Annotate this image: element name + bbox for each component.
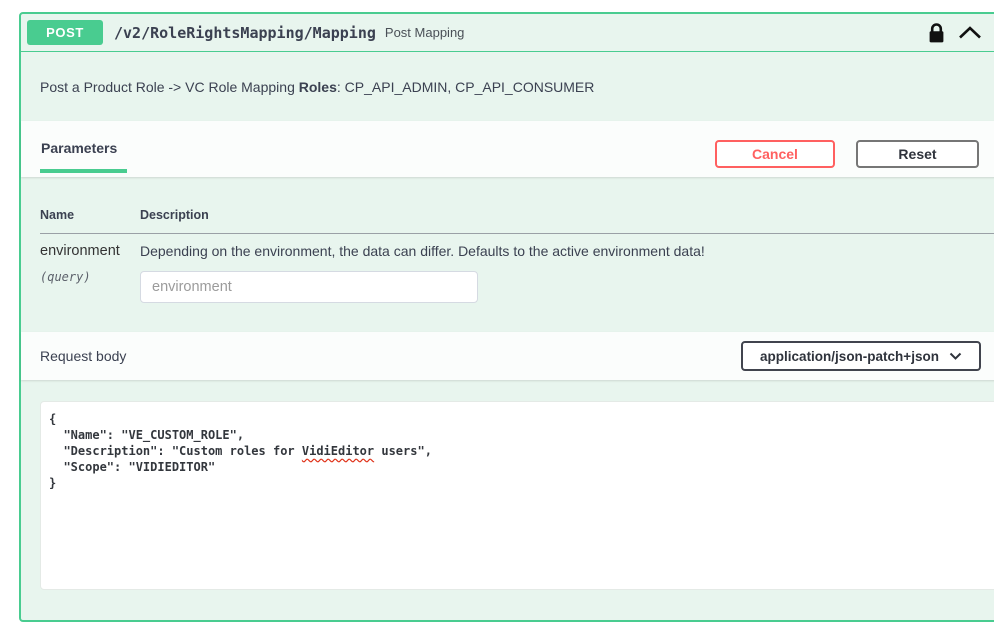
- table-row: environment (query) Depending on the env…: [40, 243, 994, 303]
- reset-button[interactable]: Reset: [856, 140, 979, 168]
- chevron-up-icon[interactable]: [958, 26, 982, 39]
- post-operation-block: POST /v2/RoleRightsMapping/Mapping Post …: [19, 12, 994, 622]
- operation-summary-text: Post Mapping: [385, 25, 465, 40]
- description-roles-label: Roles: [299, 79, 337, 95]
- code-line: }: [49, 475, 994, 491]
- code-line: {: [49, 411, 994, 427]
- table-header-divider: [40, 233, 994, 234]
- tab-parameters[interactable]: Parameters: [40, 140, 127, 173]
- code-line: "Description": "Custom roles for VidiEdi…: [49, 443, 994, 459]
- request-body-editor[interactable]: { "Name": "VE_CUSTOM_ROLE", "Description…: [40, 401, 994, 590]
- parameter-name: environment: [40, 243, 140, 259]
- lock-icon[interactable]: [927, 22, 946, 44]
- column-header-name: Name: [40, 208, 140, 222]
- content-type-value: application/json-patch+json: [760, 349, 939, 364]
- cancel-button[interactable]: Cancel: [715, 140, 835, 168]
- request-body-section: { "Name": "VE_CUSTOM_ROLE", "Description…: [21, 380, 994, 620]
- parameters-table: Name Description environment (query) Dep…: [21, 177, 994, 332]
- column-header-description: Description: [140, 208, 994, 222]
- environment-input[interactable]: [140, 271, 478, 303]
- endpoint-path: /v2/RoleRightsMapping/Mapping: [114, 24, 376, 42]
- misspelled-word: VidiEditor: [302, 444, 374, 458]
- request-body-label: Request body: [40, 348, 126, 364]
- parameters-table-header: Name Description: [40, 208, 994, 222]
- description-text: Post a Product Role -> VC Role Mapping: [40, 79, 299, 95]
- http-method-badge: POST: [27, 20, 103, 45]
- parameter-location: (query): [40, 270, 140, 284]
- request-body-section-header: Request body application/json-patch+json: [21, 332, 994, 380]
- operation-description: Post a Product Role -> VC Role Mapping R…: [21, 52, 994, 121]
- content-type-select[interactable]: application/json-patch+json: [741, 341, 981, 371]
- code-line: "Name": "VE_CUSTOM_ROLE",: [49, 427, 994, 443]
- code-line: "Scope": "VIDIEDITOR": [49, 459, 994, 475]
- parameters-section-header: Parameters Cancel Reset: [21, 121, 994, 177]
- operation-summary-bar[interactable]: POST /v2/RoleRightsMapping/Mapping Post …: [21, 14, 994, 52]
- description-roles-list: : CP_API_ADMIN, CP_API_CONSUMER: [337, 79, 595, 95]
- parameter-description: Depending on the environment, the data c…: [140, 243, 994, 259]
- chevron-down-icon: [949, 352, 962, 360]
